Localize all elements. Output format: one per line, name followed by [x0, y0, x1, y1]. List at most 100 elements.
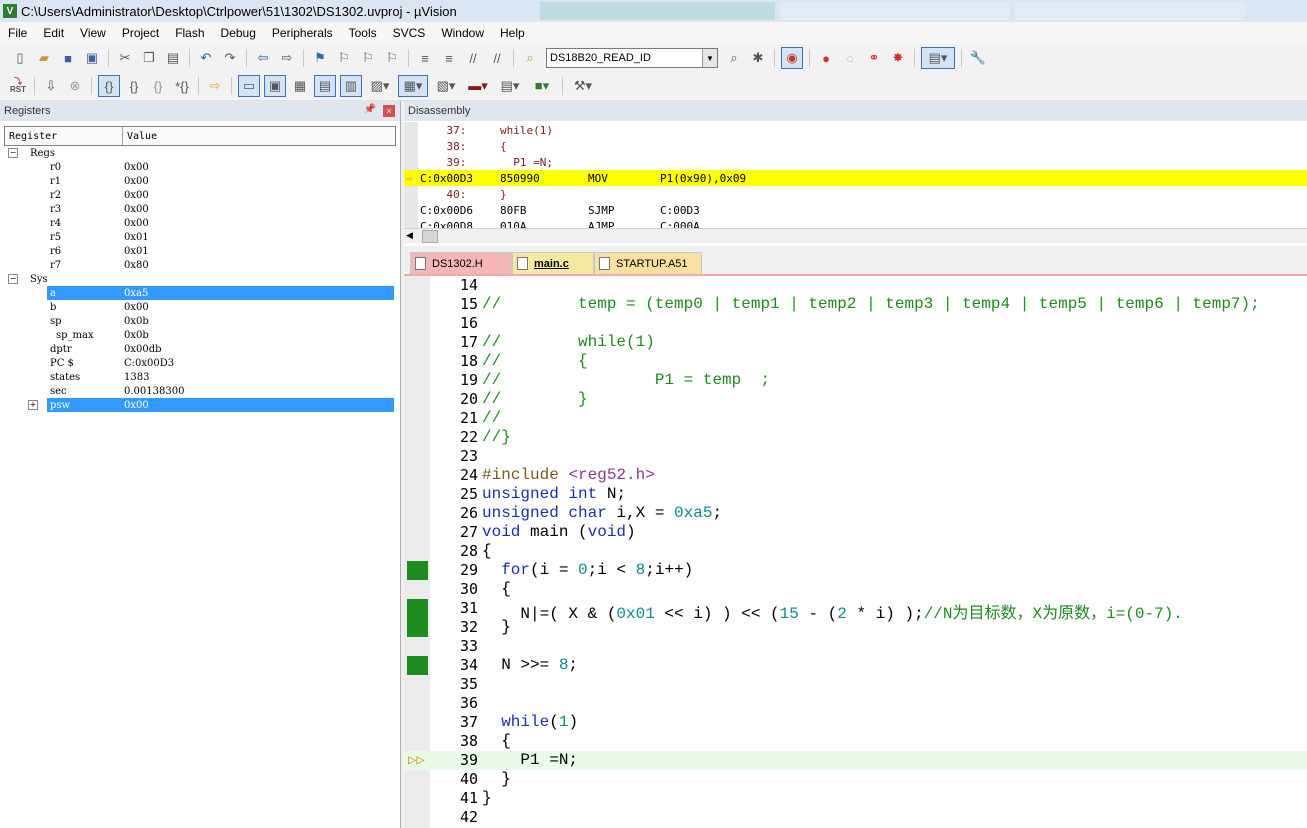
register-row[interactable]: sp 0x0b	[4, 314, 394, 328]
tab-startup-a51[interactable]: STARTUP.A51	[594, 252, 702, 274]
menu-project[interactable]: Project	[114, 26, 167, 40]
register-value[interactable]: 0x00	[124, 302, 149, 313]
system-viewer-icon[interactable]: ■▾	[528, 76, 556, 96]
code-line[interactable]: 34 N >>= 8;	[404, 656, 1307, 675]
register-row[interactable]: − Sys	[4, 272, 394, 286]
register-value[interactable]: 0x00	[124, 176, 149, 187]
collapse-icon[interactable]: −	[8, 148, 18, 158]
register-row[interactable]: + psw 0x00	[4, 398, 394, 412]
code-line[interactable]: 18// {	[404, 352, 1307, 371]
copy-icon[interactable]: ❐	[139, 48, 159, 68]
code-line[interactable]: 24 #include <reg52.h>	[404, 466, 1307, 485]
disassembly-row[interactable]: 39: P1 =N;	[404, 154, 1307, 170]
chevron-down-icon[interactable]: ▼	[702, 49, 717, 67]
code-line[interactable]: 21//	[404, 409, 1307, 428]
paste-icon[interactable]: ▤	[163, 48, 183, 68]
code-line[interactable]: 42	[404, 808, 1307, 827]
reset-icon[interactable]: ⤵ RST	[8, 76, 28, 96]
scrollbar-thumb[interactable]	[422, 230, 438, 243]
code-line[interactable]: 36	[404, 694, 1307, 713]
run-to-cursor-icon[interactable]: *{}	[172, 76, 192, 96]
save-icon[interactable]: ■	[58, 48, 78, 68]
register-row[interactable]: r6 0x01	[4, 244, 394, 258]
indent-icon[interactable]: ≡	[415, 48, 435, 68]
save-all-icon[interactable]: ▣	[82, 48, 102, 68]
serial-window-icon[interactable]: ▧▾	[432, 76, 460, 96]
close-icon[interactable]: ×	[383, 105, 395, 117]
tab-ds1302-h[interactable]: DS1302.H	[410, 252, 512, 274]
disable-all-breakpoints-icon[interactable]: ⚭	[864, 48, 884, 68]
menu-tools[interactable]: Tools	[341, 26, 385, 40]
find-in-files-icon[interactable]: ⌕	[520, 48, 540, 68]
code-line[interactable]: 32 }	[404, 618, 1307, 637]
column-value[interactable]: Value	[123, 127, 157, 145]
register-value[interactable]: 0x0b	[124, 330, 149, 341]
code-line[interactable]: 17// while(1)	[404, 333, 1307, 352]
step-into-icon[interactable]: {}	[98, 75, 120, 97]
target-combo[interactable]: DS18B20_READ_ID ▼	[546, 48, 718, 68]
nav-forward-icon[interactable]: ⇨	[277, 48, 297, 68]
disassembly-listing[interactable]: 37: while(1) 38: { 39: P1 =N; C:0x00D3 85099…	[404, 122, 1307, 228]
code-line[interactable]: 28{	[404, 542, 1307, 561]
code-line[interactable]: 30 {	[404, 580, 1307, 599]
collapse-icon[interactable]: −	[8, 274, 18, 284]
code-line[interactable]: 23	[404, 447, 1307, 466]
register-row[interactable]: r1 0x00	[4, 174, 394, 188]
register-row[interactable]: r2 0x00	[4, 188, 394, 202]
background-window-tab[interactable]	[540, 2, 775, 20]
register-value[interactable]: 0x00	[124, 400, 149, 411]
redo-icon[interactable]: ↷	[220, 48, 240, 68]
code-line[interactable]: 25 unsigned int N;	[404, 485, 1307, 504]
code-line[interactable]: 37 while(1)	[404, 713, 1307, 732]
background-window-tab[interactable]	[1015, 2, 1245, 20]
menu-help[interactable]: Help	[492, 26, 533, 40]
code-line[interactable]: 19// P1 = temp ;	[404, 371, 1307, 390]
background-window-tab[interactable]	[780, 2, 1010, 20]
disassembly-row[interactable]: C:0x00D6 80FB SJMP C:00D3	[404, 202, 1307, 218]
register-value[interactable]: 0x00	[124, 204, 149, 215]
code-line[interactable]: 20// }	[404, 390, 1307, 409]
disable-breakpoint-icon[interactable]: ○	[840, 48, 860, 68]
register-value[interactable]: 0x00db	[124, 344, 162, 355]
code-line[interactable]: ▷▷ 39 P1 =N;	[404, 751, 1307, 770]
next-bookmark-icon[interactable]: ⚐	[358, 48, 378, 68]
disassembly-row[interactable]: 38: {	[404, 138, 1307, 154]
menu-debug[interactable]: Debug	[213, 26, 264, 40]
code-line[interactable]: 41}	[404, 789, 1307, 808]
register-row[interactable]: PC $ C:0x00D3	[4, 356, 394, 370]
code-editor[interactable]: 14 15// temp = (temp0 | temp1 | temp2 | t…	[404, 276, 1307, 828]
debug-session-icon[interactable]: ◉	[781, 47, 803, 69]
register-row[interactable]: r0 0x00	[4, 160, 394, 174]
register-row[interactable]: states 1383	[4, 370, 394, 384]
register-row[interactable]: r4 0x00	[4, 216, 394, 230]
register-row[interactable]: sec 0.00138300	[4, 384, 394, 398]
wrench-icon[interactable]: 🔧	[968, 48, 988, 68]
register-row[interactable]: − Regs	[4, 146, 394, 160]
breakpoint-icon[interactable]: ●	[816, 48, 836, 68]
code-line[interactable]: 15// temp = (temp0 | temp1 | temp2 | tem…	[404, 295, 1307, 314]
register-value[interactable]: C:0x00D3	[124, 358, 174, 369]
menu-view[interactable]: View	[72, 26, 114, 40]
register-value[interactable]: 0xa5	[124, 288, 148, 299]
symbols-window-icon[interactable]: ▦	[290, 76, 310, 96]
register-row[interactable]: r5 0x01	[4, 230, 394, 244]
kill-breakpoints-icon[interactable]: ✸	[888, 48, 908, 68]
window-layout-icon[interactable]: ▤▾	[921, 47, 955, 69]
undo-icon[interactable]: ↶	[196, 48, 216, 68]
column-register[interactable]: Register	[5, 127, 123, 145]
register-value[interactable]: 1383	[124, 372, 149, 383]
new-file-icon[interactable]: ▯	[10, 48, 30, 68]
bookmark-icon[interactable]: ⚑	[310, 48, 330, 68]
command-window-icon[interactable]: ▭	[238, 75, 260, 97]
register-value[interactable]: 0.00138300	[124, 386, 184, 397]
register-value[interactable]: 0x00	[124, 162, 149, 173]
uncomment-icon[interactable]: //	[487, 48, 507, 68]
unindent-icon[interactable]: ≡	[439, 48, 459, 68]
pin-icon[interactable]: 📌	[364, 104, 376, 115]
scrollbar-left-arrow[interactable]: ◀	[406, 230, 413, 241]
stop-icon[interactable]: ⊗	[65, 76, 85, 96]
step-out-icon[interactable]: {}	[148, 76, 168, 96]
register-value[interactable]: 0x80	[124, 260, 149, 271]
tab-main-c[interactable]: main.c	[512, 252, 594, 274]
disassembly-window-icon[interactable]: ▣	[264, 75, 286, 97]
